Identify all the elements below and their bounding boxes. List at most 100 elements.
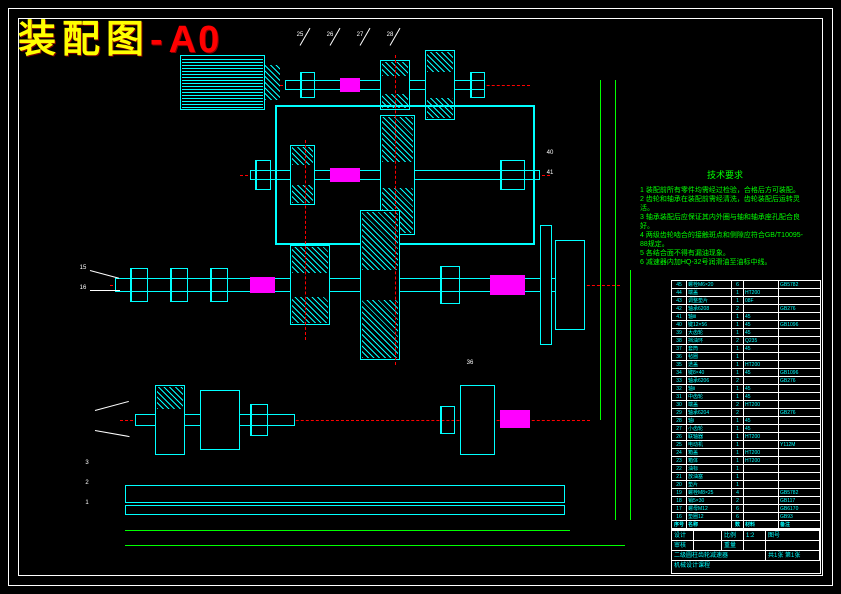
gear3-h2 [292, 297, 328, 323]
parts-row: 28轴Ⅰ145 [672, 417, 820, 425]
tech-line-5: 5 各结合面不得有漏油现象。 [640, 249, 810, 258]
parts-row: 38挡油环2Q235 [672, 337, 820, 345]
parts-row: 17螺母M126GB6170 [672, 505, 820, 513]
tb-scale-lbl: 比例 [722, 531, 744, 540]
bal-16: 16 [78, 285, 88, 291]
parts-row: 36毡圈1 [672, 353, 820, 361]
ph-qty: 数 [732, 521, 744, 528]
parts-row: 29轴承62042GB276 [672, 409, 820, 417]
bal-28: 28 [385, 32, 395, 38]
parts-row: 20垫片1 [672, 481, 820, 489]
bearing4 [250, 404, 268, 436]
parts-row: 27小齿轮145 [672, 425, 820, 433]
parts-row: 23箱体1HT200 [672, 457, 820, 465]
pulley-out [555, 240, 585, 330]
gear3b-h2 [362, 300, 398, 358]
ldr-l4 [95, 430, 130, 437]
tb-scale-val: 1:2 [744, 531, 766, 540]
tb-name: 二级圆柱齿轮减速器 [672, 551, 766, 560]
dim-h1 [125, 530, 570, 531]
bal-36: 36 [465, 360, 475, 366]
ph-rem: 备注 [779, 521, 820, 528]
dim-v3 [630, 270, 631, 520]
bearing4r [440, 406, 455, 434]
housing-upper [275, 105, 535, 245]
dim-h2 [125, 545, 625, 546]
parts-row: 39大齿轮145 [672, 329, 820, 337]
parts-row: 26联轴器1HT200 [672, 433, 820, 441]
base-plate [125, 485, 565, 503]
bal-25: 25 [295, 32, 305, 38]
tb-school: 机械设计课程 [672, 561, 820, 571]
parts-row: 41轴Ⅲ145 [672, 313, 820, 321]
dim-v2 [615, 80, 616, 520]
bearing3-l2 [170, 268, 188, 302]
parts-row: 43调整垫片108F [672, 297, 820, 305]
tb-r4: 机械设计课程 [672, 561, 820, 571]
tech-line-1: 1 装配前所有零件均需经过检验，合格后方可装配。 [640, 186, 810, 195]
tech-notes: 技术要求 1 装配前所有零件均需经过检验，合格后方可装配。 2 齿轮和轴承在装配… [640, 170, 810, 268]
tb-dwgno-lbl: 图号 [766, 531, 820, 540]
title-dash: - [150, 19, 169, 61]
bal-3: 3 [82, 460, 92, 466]
tb-sheet: 共1张 第1张 [766, 551, 820, 560]
parts-row: 31中齿轮145 [672, 393, 820, 401]
pulley-l2 [200, 390, 240, 450]
bearing3-r [440, 266, 460, 304]
parts-header: 序号 名称 数 材料 备注 [672, 521, 820, 529]
bal-2: 2 [82, 480, 92, 486]
bearing3-l3 [210, 268, 228, 302]
ph-num: 序号 [672, 521, 687, 528]
tb-check-lbl: 审核 [672, 541, 694, 550]
bal-15: 15 [78, 265, 88, 271]
gear1b-hatch-t [427, 52, 453, 72]
motor-fins [182, 57, 263, 108]
pulley-r [460, 385, 495, 455]
parts-row: 32轴Ⅱ145 [672, 385, 820, 393]
parts-row: 40键12×56145GB1096 [672, 321, 820, 329]
key3 [250, 277, 275, 293]
gear3-h1 [292, 247, 328, 273]
parts-row: 19螺栓M8×254GB5782 [672, 489, 820, 497]
title-block: 设计 比例 1:2 图号 审核 重量 二级圆柱齿轮减速器 共1张 第1张 机械设… [671, 530, 821, 574]
bearing1-left [300, 72, 315, 98]
tech-line-2: 2 齿轮和轴承在装配前需经清洗，齿轮装配后运转灵活。 [640, 195, 810, 213]
parts-row: 30端盖2HT200 [672, 401, 820, 409]
tb-r2: 审核 重量 [672, 541, 820, 551]
tb-wt-lbl: 重量 [722, 541, 744, 550]
parts-row: 45螺栓M6×206GB5782 [672, 281, 820, 289]
bearing3-l1 [130, 268, 148, 302]
parts-row: 24箱盖1HT200 [672, 449, 820, 457]
tech-heading: 技术要求 [640, 170, 810, 182]
crank [500, 410, 530, 428]
title-suffix: A0 [169, 19, 222, 61]
parts-row: 16垫圈126GB93 [672, 513, 820, 521]
tech-line-3: 3 轴承装配后应保证其内外圈与轴和轴承座孔配合良好。 [640, 213, 810, 231]
cl-v2 [305, 140, 306, 340]
parts-row: 35透盖1HT200 [672, 361, 820, 369]
cl-v1 [395, 55, 396, 365]
tb-r3: 二级圆柱齿轮减速器 共1张 第1张 [672, 551, 820, 561]
tb-design-lbl: 设计 [672, 531, 694, 540]
ldr-l2 [90, 290, 120, 291]
parts-row: 44端盖1HT200 [672, 289, 820, 297]
base-plate2 [125, 505, 565, 515]
bal-26: 26 [325, 32, 335, 38]
pulley-l-h [157, 387, 183, 409]
tech-line-4: 4 两级齿轮啮合的接触斑点和侧隙应符合GB/T10095-88规定。 [640, 231, 810, 249]
tb-dwgno-val [766, 541, 820, 550]
ldr-l3 [95, 401, 129, 411]
parts-row: 37套筒145 [672, 345, 820, 353]
bearing2-left [255, 160, 271, 190]
title-main: 装配图 [18, 19, 150, 61]
tb-check-val [694, 541, 722, 550]
tb-design-val [694, 531, 722, 540]
tb-wt-val [744, 541, 766, 550]
tech-line-6: 6 减速器内加HQ-32号润滑油至油标中线。 [640, 258, 810, 267]
bal-40: 40 [545, 150, 555, 156]
tb-r1: 设计 比例 1:2 图号 [672, 531, 820, 541]
bearing1-right [470, 72, 485, 98]
motor-mount [265, 65, 280, 100]
drawing-title: 装配图-A0 [18, 8, 221, 63]
dim-v1 [600, 80, 601, 420]
